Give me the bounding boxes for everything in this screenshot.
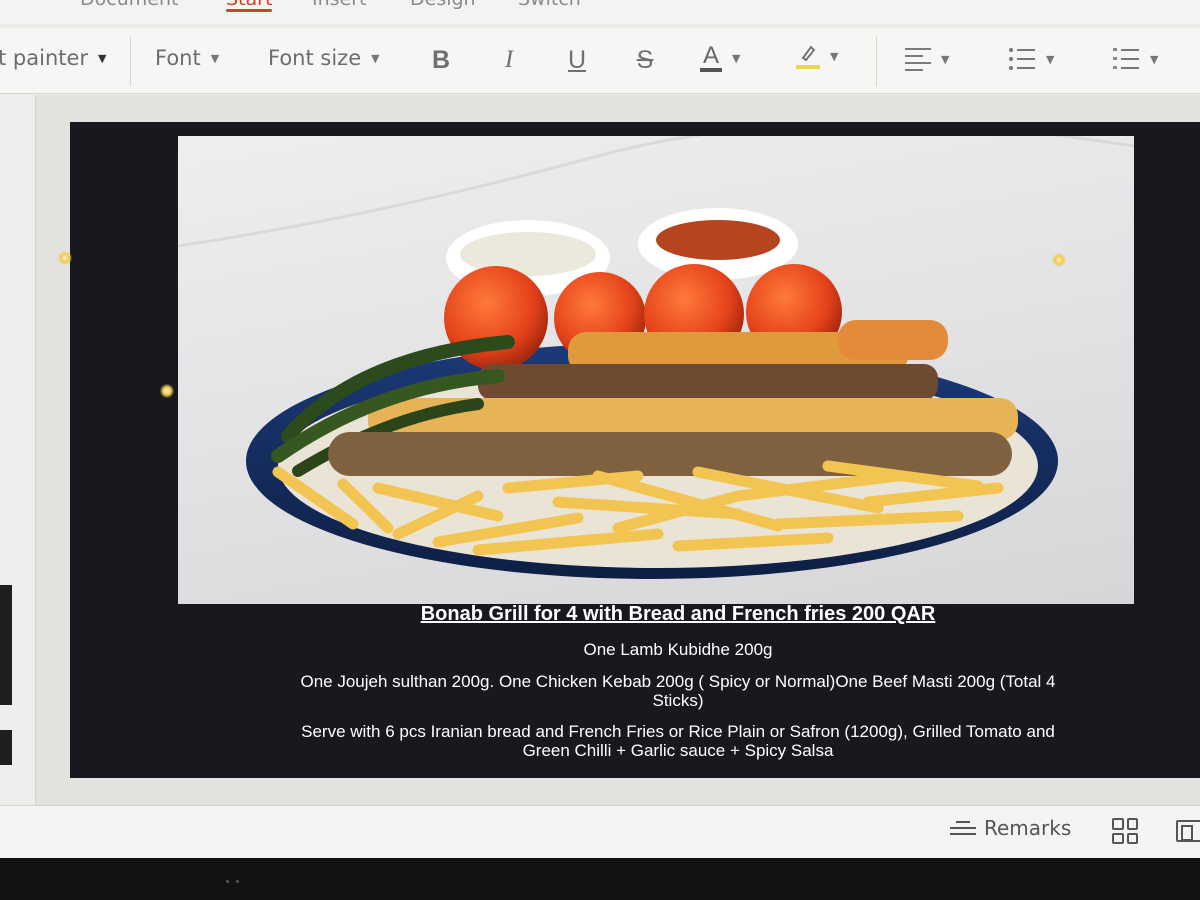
slide-title[interactable]: Bonab Grill for 4 with Bread and French … bbox=[178, 603, 1178, 626]
formatting-toolbar: t painter ▼ Font ▼ Font size ▼ B I U S A… bbox=[0, 28, 1200, 94]
slide-text-block[interactable]: One Joujeh sulthan 200g. One Chicken Keb… bbox=[178, 672, 1178, 710]
grill-platter-image bbox=[178, 136, 1134, 579]
slide-text-line[interactable]: One Lamb Kubidhe 200g bbox=[178, 640, 1178, 660]
bezel-dot bbox=[226, 880, 229, 883]
font-color-button[interactable]: A ▼ bbox=[700, 44, 740, 72]
format-painter-label: t painter bbox=[0, 46, 89, 70]
status-bar: Remarks bbox=[0, 805, 1200, 858]
align-left-icon bbox=[905, 48, 931, 71]
remarks-icon bbox=[950, 821, 976, 835]
align-button[interactable]: ▼ bbox=[905, 48, 949, 71]
strikethrough-button[interactable]: S bbox=[628, 42, 662, 78]
chevron-down-icon: ▼ bbox=[1046, 52, 1055, 66]
chevron-down-icon: ▼ bbox=[98, 51, 107, 65]
tab-insert[interactable]: Insert bbox=[312, 0, 367, 10]
tab-start[interactable]: Start bbox=[226, 0, 273, 12]
toolbar-divider bbox=[876, 36, 877, 86]
underline-button[interactable]: U bbox=[560, 42, 594, 78]
remarks-label: Remarks bbox=[984, 816, 1072, 840]
chevron-down-icon: ▼ bbox=[210, 51, 220, 65]
tab-design[interactable]: Design bbox=[410, 0, 476, 10]
numbered-list-icon bbox=[1113, 48, 1139, 69]
italic-button[interactable]: I bbox=[492, 42, 526, 78]
food-photo bbox=[178, 136, 1134, 604]
format-painter-button[interactable]: t painter ▼ bbox=[0, 46, 107, 70]
slide-text-line: Sticks) bbox=[652, 691, 704, 710]
chevron-down-icon: ▼ bbox=[371, 51, 380, 65]
light-reflection bbox=[160, 384, 174, 398]
highlight-icon bbox=[796, 44, 820, 69]
screen: Document Start Insert Design Switch t pa… bbox=[0, 0, 1200, 858]
bullet-list-button[interactable]: ▼ bbox=[1008, 46, 1054, 72]
bezel-dot bbox=[236, 880, 239, 883]
font-family-dropdown[interactable]: Font ▼ bbox=[155, 46, 219, 70]
light-reflection bbox=[58, 251, 72, 265]
font-family-label: Font bbox=[155, 46, 201, 70]
slide-thumbnail-panel[interactable] bbox=[0, 95, 36, 805]
menu-tab-bar: Document Start Insert Design Switch bbox=[0, 0, 1200, 24]
bullet-list-icon bbox=[1009, 48, 1035, 70]
slide-thumbnail[interactable] bbox=[0, 730, 12, 765]
chevron-down-icon: ▼ bbox=[941, 53, 950, 66]
monitor-bezel bbox=[0, 858, 1200, 900]
font-size-dropdown[interactable]: Font size ▼ bbox=[268, 46, 380, 70]
remarks-button[interactable]: Remarks bbox=[950, 816, 1071, 840]
font-size-label: Font size bbox=[268, 46, 362, 70]
chevron-down-icon: ▼ bbox=[732, 51, 741, 65]
slide-view-icon[interactable] bbox=[1176, 820, 1200, 842]
toolbar-divider bbox=[130, 36, 131, 86]
tab-switch[interactable]: Switch bbox=[518, 0, 581, 10]
slide-text-line: Serve with 6 pcs Iranian bread and Frenc… bbox=[301, 722, 1055, 741]
highlight-button[interactable]: ▼ bbox=[796, 44, 838, 69]
bold-button[interactable]: B bbox=[424, 42, 458, 78]
slide-text-line: Green Chilli + Garlic sauce + Spicy Sals… bbox=[522, 741, 834, 760]
slide-text-line: One Joujeh sulthan 200g. One Chicken Keb… bbox=[300, 672, 1056, 691]
chevron-down-icon: ▼ bbox=[830, 50, 839, 63]
slide-text-block[interactable]: Serve with 6 pcs Iranian bread and Frenc… bbox=[178, 722, 1178, 760]
light-reflection bbox=[1052, 253, 1066, 267]
numbered-list-button[interactable]: ▼ bbox=[1112, 46, 1158, 72]
chevron-down-icon: ▼ bbox=[1150, 52, 1159, 66]
tab-document[interactable]: Document bbox=[80, 0, 178, 10]
slide-thumbnail[interactable] bbox=[0, 585, 12, 705]
font-color-icon: A bbox=[700, 44, 723, 72]
grid-view-icon[interactable] bbox=[1112, 818, 1138, 844]
